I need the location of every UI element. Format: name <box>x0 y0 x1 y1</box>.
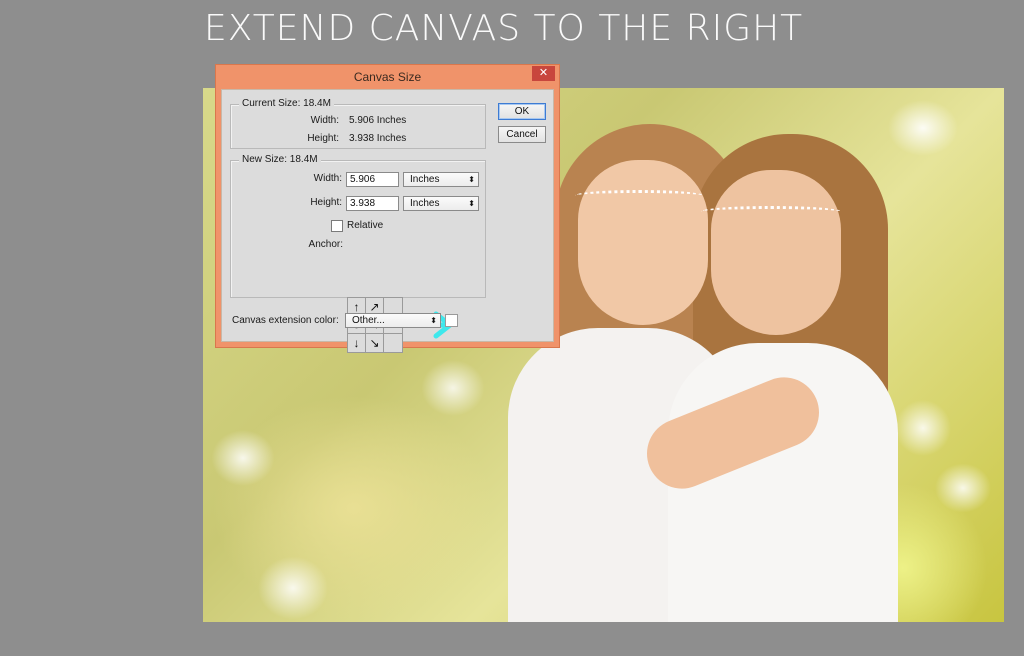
height-input[interactable] <box>346 196 399 211</box>
dialog-titlebar[interactable]: Canvas Size ✕ <box>216 65 559 89</box>
dialog-title: Canvas Size <box>353 70 422 84</box>
height-unit-select[interactable]: Inches ⬍ <box>403 196 479 211</box>
close-button[interactable]: ✕ <box>532 66 555 81</box>
new-size-group: New Size: 18.4M Width: Inches ⬍ Height: … <box>230 154 486 298</box>
updown-caret-icon: ⬍ <box>468 175 475 184</box>
girl-left-face <box>578 160 708 325</box>
cancel-button[interactable]: Cancel <box>498 126 546 143</box>
new-size-label: New Size: 18.4M <box>239 154 321 165</box>
anchor-bottom-center[interactable]: ↘ <box>366 334 384 352</box>
extension-color-label: Canvas extension color: <box>232 315 339 326</box>
new-height-label: Height: <box>310 197 342 208</box>
extension-color-select[interactable]: Other... ⬍ <box>345 313 441 328</box>
width-unit-value: Inches <box>410 174 440 185</box>
width-unit-select[interactable]: Inches ⬍ <box>403 172 479 187</box>
headline: EXTEND CANVAS TO THE RIGHT <box>204 8 804 49</box>
headband-left <box>575 190 703 201</box>
relative-label: Relative <box>347 220 384 231</box>
current-width-label: Width: <box>310 115 339 126</box>
girl-right-face <box>711 170 841 335</box>
current-size-label: Current Size: 18.4M <box>239 98 334 109</box>
current-height-label: Height: <box>307 133 339 144</box>
anchor-bottom-left[interactable]: ↓ <box>348 334 366 352</box>
relative-checkbox[interactable] <box>331 220 343 232</box>
updown-caret-icon: ⬍ <box>430 316 437 325</box>
new-width-label: Width: <box>313 173 342 184</box>
anchor-bottom-right[interactable] <box>384 334 402 352</box>
width-input[interactable] <box>346 172 399 187</box>
current-height-value: 3.938 Inches <box>349 133 407 144</box>
extension-color-value: Other... <box>352 315 385 326</box>
current-width-value: 5.906 Inches <box>349 115 407 126</box>
updown-caret-icon: ⬍ <box>468 199 475 208</box>
headband-right <box>701 206 841 217</box>
ok-button[interactable]: OK <box>498 103 546 120</box>
canvas-size-dialog: Canvas Size ✕ Current Size: 18.4M Width:… <box>215 64 560 353</box>
height-unit-value: Inches <box>410 198 440 209</box>
extension-color-swatch[interactable] <box>445 314 458 327</box>
current-size-group: Current Size: 18.4M Width: 5.906 Inches … <box>230 98 486 149</box>
dialog-body: Current Size: 18.4M Width: 5.906 Inches … <box>221 89 554 353</box>
close-icon: ✕ <box>538 67 549 79</box>
anchor-label: Anchor: <box>308 239 343 250</box>
